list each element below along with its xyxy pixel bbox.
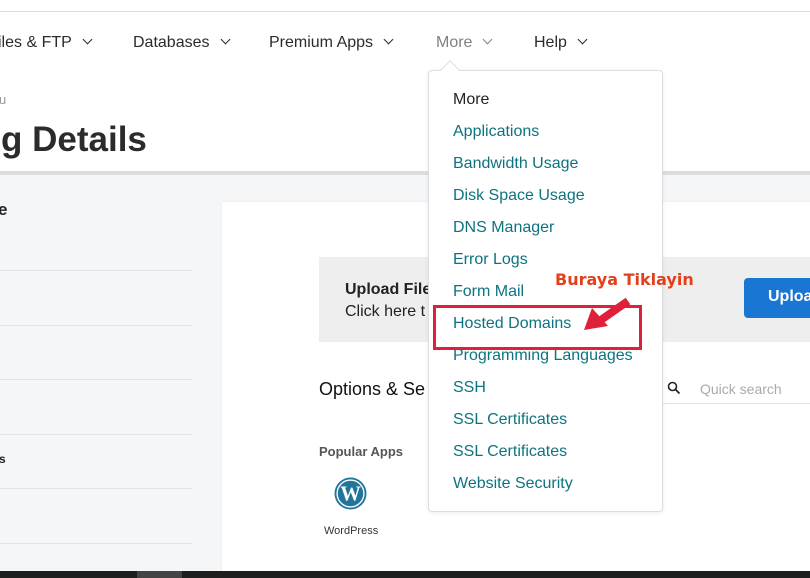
menu-item-ssl-certificates-2[interactable]: SSL Certificates (453, 443, 567, 461)
search-icon (667, 381, 681, 395)
chevron-down-icon (220, 34, 230, 45)
nav-label: Help (534, 34, 567, 51)
sidebar-divider (0, 488, 192, 489)
menu-item-form-mail[interactable]: Form Mail (453, 283, 524, 301)
chevron-down-icon (483, 34, 493, 45)
chevron-down-icon (383, 34, 394, 45)
upload-subtitle[interactable]: Click here t (345, 303, 425, 321)
nav-files-ftp[interactable]: iles & FTP (0, 34, 93, 52)
menu-item-bandwidth-usage[interactable]: Bandwidth Usage (453, 155, 578, 173)
wordpress-icon[interactable]: W (334, 477, 367, 510)
wordpress-label[interactable]: WordPress (324, 525, 378, 537)
sidebar-divider (0, 325, 192, 326)
chevron-down-icon (82, 34, 93, 45)
upload-title: Upload File (345, 281, 432, 298)
upload-button[interactable]: Uploa (744, 278, 810, 318)
top-divider (0, 11, 810, 12)
menu-item-ssl-certificates[interactable]: SSL Certificates (453, 411, 567, 429)
dropdown-header: More (453, 91, 490, 108)
popular-apps-heading: Popular Apps (319, 444, 404, 459)
menu-item-dns-manager[interactable]: DNS Manager (453, 219, 554, 237)
nav-label: iles & FTP (0, 34, 72, 51)
sidebar-item[interactable]: s (0, 452, 6, 466)
sidebar-divider (0, 434, 192, 435)
nav-help[interactable]: Help (534, 34, 588, 52)
sidebar-divider (0, 270, 192, 271)
red-arrow-icon (584, 297, 631, 330)
nav-label: More (436, 34, 473, 51)
menu-item-applications[interactable]: Applications (453, 123, 539, 141)
menu-item-error-logs[interactable]: Error Logs (453, 251, 528, 269)
quick-search-input[interactable]: Quick search (700, 381, 782, 397)
menu-item-ssh[interactable]: SSH (453, 379, 486, 397)
chevron-down-icon (577, 34, 588, 45)
page-title: g Details (1, 120, 147, 159)
svg-text:W: W (340, 484, 361, 506)
taskbar-item[interactable] (137, 571, 182, 578)
menu-item-website-security[interactable]: Website Security (453, 475, 573, 493)
annotation-text: Buraya Tiklayin (555, 270, 694, 289)
sidebar-divider (0, 379, 192, 380)
sidebar-heading: e (0, 200, 8, 219)
menu-item-disk-space-usage[interactable]: Disk Space Usage (453, 187, 585, 205)
taskbar (0, 571, 810, 578)
breadcrumb[interactable]: u (0, 92, 6, 107)
options-title: Options & Se (319, 379, 426, 399)
sidebar-divider (0, 543, 192, 544)
nav-label: Databases (133, 34, 210, 51)
nav-premium-apps[interactable]: Premium Apps (269, 34, 394, 52)
nav-more[interactable]: More (436, 34, 493, 52)
nav-label: Premium Apps (269, 34, 374, 51)
nav-databases[interactable]: Databases (133, 34, 230, 52)
